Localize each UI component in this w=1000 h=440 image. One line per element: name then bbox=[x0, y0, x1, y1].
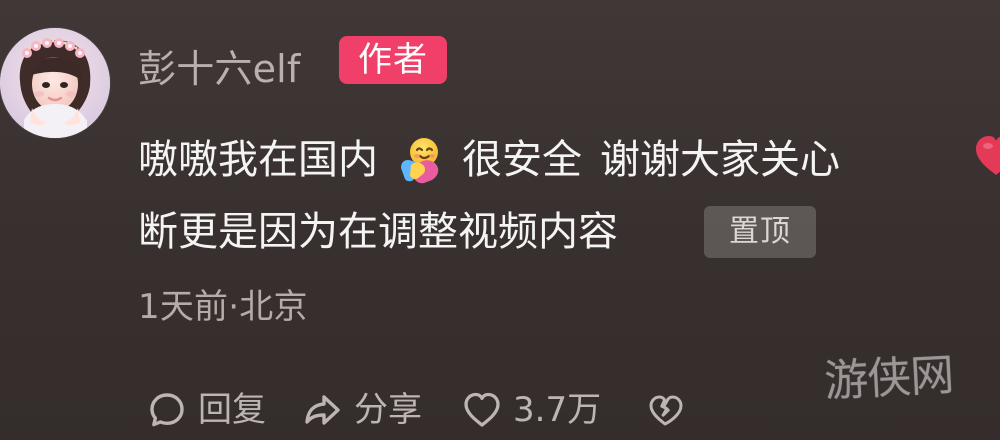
comment-meta: 1天前·北京 bbox=[138, 287, 308, 327]
dislike-button[interactable] bbox=[645, 386, 685, 434]
share-label: 分享 bbox=[354, 390, 422, 430]
pinned-badge: 置顶 bbox=[704, 206, 816, 258]
share-button[interactable]: 分享 bbox=[300, 386, 422, 434]
comment-text-segment: 嗷嗷我在国内 bbox=[138, 137, 378, 183]
reply-button[interactable]: 回复 bbox=[144, 386, 266, 434]
user-avatar[interactable] bbox=[0, 28, 110, 138]
comment-text-line-2: 断更是因为在调整视频内容 bbox=[138, 209, 618, 255]
red-heart-emoji-icon bbox=[970, 130, 1000, 182]
like-button[interactable]: 3.7万 bbox=[459, 386, 601, 434]
comment-screen: 彭十六elf 作者 嗷嗷我在国内 很安全 谢谢大家关心 断更是因为在调整视频内容… bbox=[0, 0, 1000, 440]
hugging-face-emoji-icon bbox=[394, 134, 446, 186]
comment-actions: 回复 分享 3.7万 bbox=[144, 386, 685, 434]
comment-text-segment: 谢谢大家关心 bbox=[600, 137, 840, 183]
reply-label: 回复 bbox=[198, 390, 266, 430]
author-badge: 作者 bbox=[339, 36, 447, 84]
avatar-portrait-icon bbox=[0, 28, 110, 138]
like-count: 3.7万 bbox=[513, 390, 602, 430]
comment-text-segment: 很安全 bbox=[462, 137, 582, 183]
broken-heart-icon bbox=[649, 395, 683, 426]
username[interactable]: 彭十六elf bbox=[138, 38, 301, 93]
share-icon bbox=[305, 395, 340, 425]
heart-outline-icon bbox=[464, 392, 500, 427]
site-watermark: 游侠网 bbox=[822, 349, 955, 408]
comment-text-line-1: 嗷嗷我在国内 很安全 谢谢大家关心 bbox=[138, 134, 840, 186]
reply-icon bbox=[150, 393, 184, 427]
